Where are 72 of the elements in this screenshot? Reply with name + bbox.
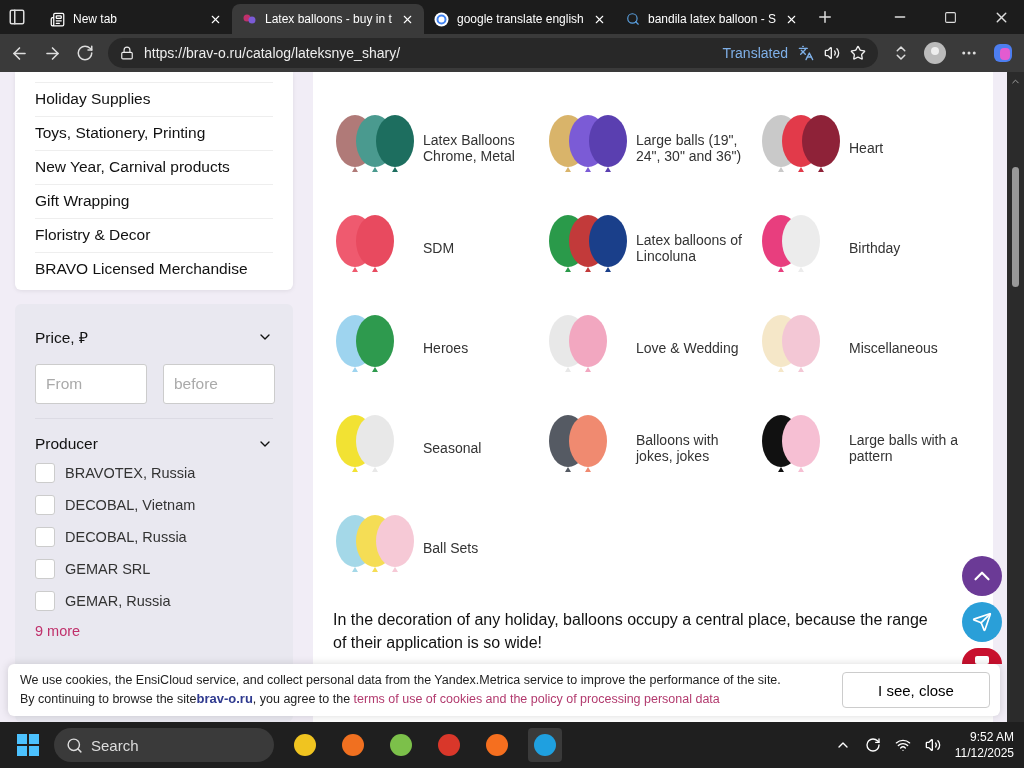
category-tile[interactable]: Latex Balloons Chrome, Metal (333, 98, 546, 198)
search-icon (626, 12, 640, 26)
tab-title: bandila latex balloon - S (648, 12, 777, 26)
browser-tab[interactable]: google translate english (424, 4, 616, 34)
checkbox[interactable] (35, 495, 55, 515)
category-tile[interactable]: Heroes (333, 298, 546, 398)
category-tile[interactable]: Balloons with jokes, jokes (546, 398, 759, 498)
category-link[interactable]: Gift Wrapping (35, 184, 273, 218)
category-tile[interactable]: Heart (759, 98, 972, 198)
checkbox-label: DECOBAL, Russia (65, 529, 187, 545)
taskbar-search[interactable]: Search (54, 728, 274, 762)
checkbox-label: GEMAR, Russia (65, 593, 171, 609)
filter-title: Producer (35, 435, 98, 453)
checkbox-label: DECOBAL, Vietnam (65, 497, 196, 513)
price-to-field[interactable]: before (163, 364, 275, 404)
browser-tab[interactable]: New tab (40, 4, 232, 34)
category-link[interactable]: BRAVO Licensed Merchandise (35, 252, 273, 286)
description-text: In the decoration of any holiday, balloons occupy a central place, because the range of their application is so wide! (333, 610, 929, 654)
chat-button[interactable] (962, 648, 1002, 664)
tab-title: google translate english (457, 12, 585, 26)
translate-icon[interactable] (798, 45, 814, 61)
checkbox[interactable] (35, 559, 55, 579)
category-tile[interactable]: Ball Sets (333, 498, 546, 598)
category-tile[interactable]: Seasonal (333, 398, 546, 498)
checkbox[interactable] (35, 463, 55, 483)
search-icon (66, 736, 83, 754)
filter-title: Price, ₽ (35, 328, 88, 348)
reload-icon[interactable] (76, 44, 94, 62)
clock[interactable]: 9:52 AM 11/12/2025 (954, 728, 1014, 762)
checkbox[interactable] (35, 527, 55, 547)
close-cookie-button[interactable]: I see, close (842, 672, 990, 708)
network-icon[interactable] (894, 737, 911, 753)
newspaper-icon (50, 11, 65, 27)
windows-icon[interactable] (16, 733, 40, 757)
copilot-icon[interactable] (992, 42, 1014, 64)
translated-label[interactable]: Translated (722, 45, 788, 61)
checkbox-label: GEMAR SRL (65, 561, 151, 577)
category-tile[interactable]: Latex balloons of Lincoluna (546, 198, 759, 298)
category-tile[interactable]: Love & Wedding (546, 298, 759, 398)
category-link[interactable]: Toys, Stationery, Printing (35, 116, 273, 150)
price-from-field[interactable]: From (35, 364, 147, 404)
site-logo: brav-o.ru (196, 690, 253, 706)
policy-link[interactable]: terms of use of cookies and the policy of processing personal data (353, 691, 720, 706)
lock-icon (120, 46, 134, 60)
volume-icon[interactable] (924, 737, 941, 753)
tab-title: New tab (73, 12, 119, 26)
scrollbar-thumb[interactable] (1012, 167, 1019, 287)
url-text: https://brav-o.ru/catalog/lateksnye_shary/ (144, 45, 402, 61)
avatar-icon[interactable] (924, 42, 946, 64)
category-link[interactable]: New Year, Carnival products (35, 150, 273, 184)
category-tile[interactable]: Large balls with a pattern (759, 398, 972, 498)
tab-title: Latex balloons - buy in t (265, 12, 393, 26)
checkbox[interactable] (35, 591, 55, 611)
paper-plane-icon (972, 612, 992, 632)
sync-icon[interactable] (864, 737, 881, 753)
category-tile[interactable]: Large balls (19", 24", 30" and 36") (546, 98, 759, 198)
cookie-notice: We use cookies, the EnsiCloud service, and collect personal data from the Yandex.Metrica service to improve the performance of the site. By continuing to browse the sitebrav-o.ru, you agree to the terms of use of cookies and the policy of processing personal data (20, 672, 781, 708)
maximize-icon[interactable] (944, 10, 957, 24)
read-aloud-icon[interactable] (824, 45, 840, 61)
category-tile[interactable]: Birthday (759, 198, 972, 298)
sidebar-icon[interactable] (8, 8, 26, 26)
category-link[interactable]: Holiday Supplies (35, 82, 273, 116)
address-bar[interactable]: https://brav-o.ru/catalog/lateksnye_shary/ Translated (108, 38, 878, 68)
new-tab-icon[interactable] (816, 8, 834, 26)
more-link[interactable]: 9 more (35, 623, 273, 639)
category-tile[interactable]: Miscellaneous (759, 298, 972, 398)
checkbox-label: BRAVOTEX, Russia (65, 465, 196, 481)
category-tile[interactable]: SDM (333, 198, 546, 298)
browser-tab[interactable]: bandila latex balloon - S (616, 4, 808, 34)
browser-tab[interactable]: Latex balloons - buy in t (232, 4, 424, 34)
favorite-icon[interactable] (850, 45, 866, 61)
category-link[interactable]: Floristry & Decor (35, 218, 273, 252)
